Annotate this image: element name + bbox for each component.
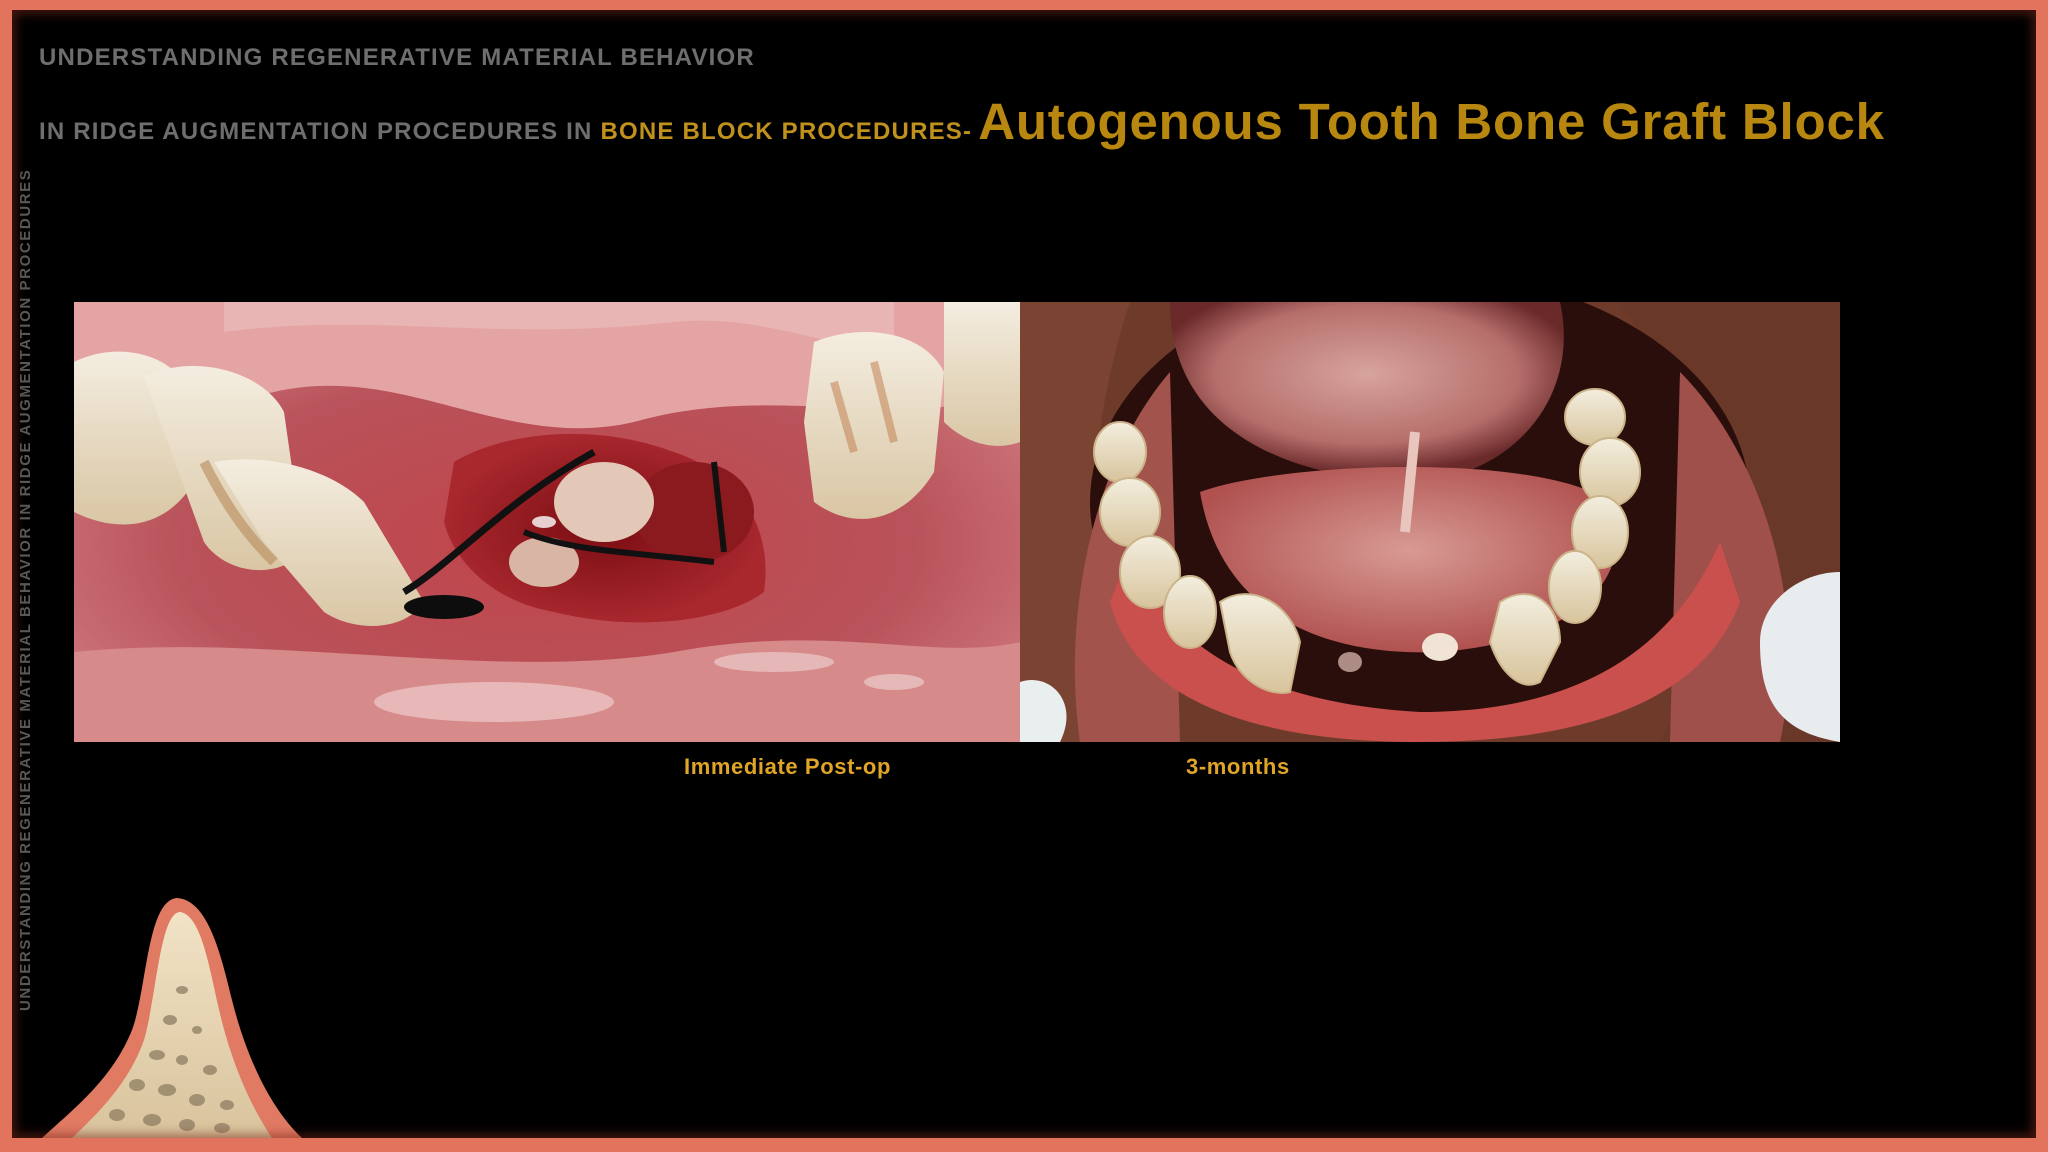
- three-months-photo: [1020, 302, 1840, 742]
- header-line-2-highlight: BONE BLOCK PROCEDURES-: [600, 118, 973, 145]
- slide-title: Autogenous Tooth Bone Graft Block: [978, 93, 1885, 150]
- caption-three-months: 3-months: [1186, 754, 1290, 779]
- slide: UNDERSTANDING REGENERATIVE MATERIAL BEHA…: [12, 10, 2036, 1138]
- header-line-2-prefix: IN RIDGE AUGMENTATION PROCEDURES IN: [39, 118, 601, 145]
- caption-immediate-post-op: Immediate Post-op: [684, 754, 892, 779]
- immediate-post-op-image: [74, 302, 1020, 742]
- bone-cross-section-icon: [42, 898, 302, 1138]
- header-line-2: IN RIDGE AUGMENTATION PROCEDURES IN BONE…: [39, 92, 1885, 151]
- header-line-1: UNDERSTANDING REGENERATIVE MATERIAL BEHA…: [39, 44, 755, 71]
- immediate-post-op-photo: [74, 302, 1020, 742]
- three-months-image: [1020, 302, 1840, 742]
